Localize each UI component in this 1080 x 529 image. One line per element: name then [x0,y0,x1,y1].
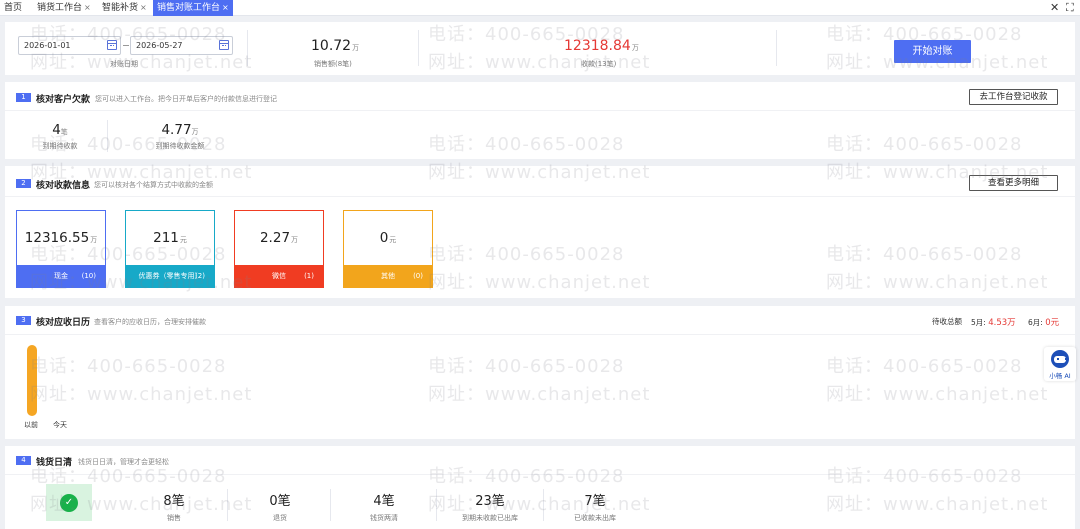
divider [5,474,1075,475]
divider [107,120,108,152]
due-amount-stat: 4.77万 到期待收款金额 [155,122,205,150]
section-number: 4 [16,456,31,465]
end-date-input[interactable]: 2026-05-27 [130,36,233,55]
tab-smart-replenish[interactable]: 智能补货 × [98,0,151,16]
robot-icon [1051,350,1069,368]
calendar-label-before: 以前 [24,421,38,429]
close-icon[interactable]: × [222,3,229,12]
divider [776,30,777,66]
section-desc: 钱货日日清，管理才会更轻松 [78,458,169,466]
settle-stat-unpaid-shipped[interactable]: 23笔 到期未收款已出库 [452,490,528,523]
section-title: 核对客户欠款 [36,95,91,105]
section-desc: 您可以核对各个结算方式中收款的金额 [94,181,213,189]
payment-card-other[interactable]: 0元 其他 (0) [343,210,433,288]
go-register-receipt-button[interactable]: 去工作台登记收款 [969,89,1058,105]
divider [5,196,1075,197]
start-reconcile-button[interactable]: 开始对账 [894,40,971,63]
section-desc: 查看客户的应收日历，合理安排催款 [94,318,206,326]
section-title: 核对收款信息 [36,181,91,191]
divider [543,489,544,521]
tab-bar: 首页 销货工作台 × 智能补货 × 销售对账工作台 × ✕ ⛶ [0,0,1080,16]
payment-card-cash[interactable]: 12316.55万 现金 (10) [16,210,106,288]
divider [436,489,437,521]
divider [330,489,331,521]
divider [418,30,419,66]
date-range-separator [123,45,129,46]
section-number: 3 [16,316,31,325]
close-icon[interactable]: × [140,3,147,12]
divider [227,489,228,521]
date-label: 对账日期 [110,60,138,68]
tab-home[interactable]: 首页 [0,0,26,16]
section-number: 1 [16,93,31,102]
settle-stat-sales[interactable]: 8笔 销售 [144,490,204,523]
divider [5,334,1075,335]
fullscreen-icon[interactable]: ⛶ [1066,0,1074,16]
divider [247,30,248,66]
tab-sales-reconcile[interactable]: 销售对账工作台 × [153,0,233,16]
section-title: 核对应收日历 [36,318,91,328]
view-more-details-button[interactable]: 查看更多明细 [969,175,1058,191]
tab-sales-workbench[interactable]: 销货工作台 × [33,0,95,16]
receivable-bar-before[interactable] [27,345,37,416]
settle-stat-paid-unshipped[interactable]: 7笔 已收款未出库 [565,490,625,523]
payment-card-wechat[interactable]: 2.27万 微信 (1) [234,210,324,288]
close-icon[interactable]: × [84,3,91,12]
settle-stat-cleared[interactable]: 4笔 钱货两清 [354,490,414,523]
due-count-stat: 4笔 到期待收款 [42,122,78,150]
sales-label: 销售额(8笔) [314,60,352,68]
window-close-icon[interactable]: ✕ [1050,0,1059,16]
receivable-total-label: 待收总额 [932,317,962,326]
divider [5,110,1075,111]
section-title: 钱货日清 [36,458,73,468]
calendar-label-today: 今天 [53,421,67,429]
calendar-icon[interactable] [219,40,229,50]
receivable-month-may: 5月: 4.53万 [971,318,1016,328]
receipt-label: 收款(13笔) [581,60,617,68]
sales-amount: 10.72万 [311,38,360,54]
payment-card-coupon[interactable]: 211元 优惠券（零售专用） (2) [125,210,215,288]
receipt-amount: 12318.84万 [564,38,639,54]
settled-status: ✓ [46,484,92,521]
start-date-input[interactable]: 2026-01-01 [18,36,121,55]
receivable-month-june: 6月: 0元 [1028,318,1060,328]
calendar-icon[interactable] [107,40,117,50]
ai-assistant-button[interactable]: 小畅 AI [1044,347,1076,381]
settle-stat-returns[interactable]: 0笔 退货 [250,490,310,523]
section-desc: 您可以进入工作台。把今日开单后客户的付款信息进行登记 [95,95,277,103]
section-number: 2 [16,179,31,188]
check-icon: ✓ [60,494,78,512]
